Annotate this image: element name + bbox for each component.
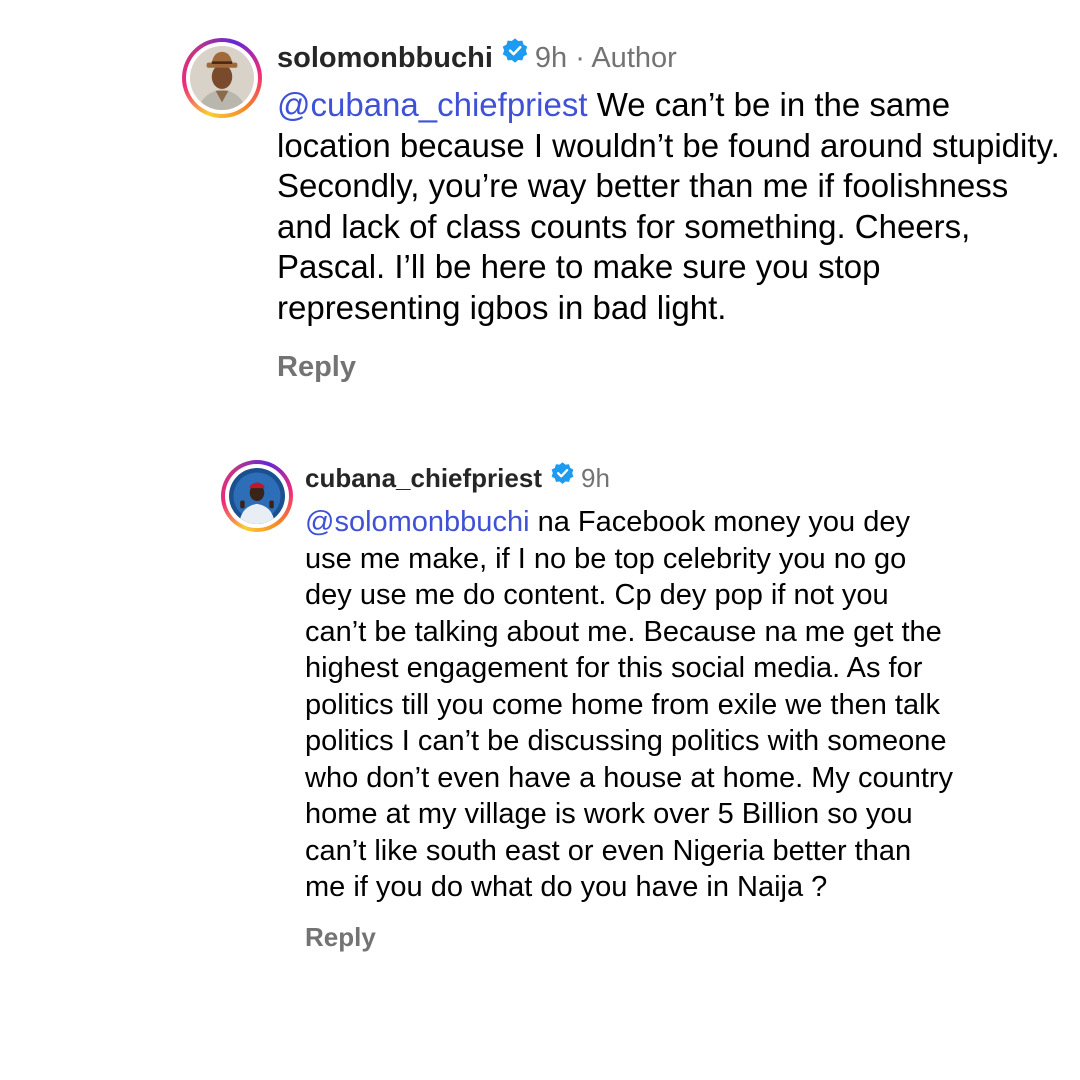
mention-link[interactable]: @cubana_chiefpriest (277, 86, 588, 123)
story-ring (221, 460, 293, 532)
timestamp: 9h (580, 463, 610, 493)
mention-link[interactable]: @solomonbbuchi (305, 506, 530, 538)
timestamp: 9h (534, 42, 568, 74)
username[interactable]: solomonbbuchi (277, 42, 493, 74)
avatar-photo (190, 46, 254, 110)
reply-button[interactable]: Reply (277, 351, 1062, 384)
reply-button[interactable]: Reply (305, 922, 955, 953)
author-label: Author (591, 42, 677, 74)
verified-badge-icon (501, 36, 529, 76)
comment-header: solomonbbuchi 9h · Author (277, 38, 1062, 78)
avatar[interactable] (221, 460, 293, 532)
verified-badge-icon (550, 459, 575, 495)
comment-body: na Facebook money you dey use me make, i… (305, 506, 954, 903)
avatar[interactable] (182, 38, 262, 118)
separator: · (575, 42, 585, 74)
comment-text: @solomonbbuchi na Facebook money you dey… (305, 504, 955, 906)
story-ring (182, 38, 262, 118)
comment-header: cubana_chiefpriest 9h (305, 460, 955, 496)
username[interactable]: cubana_chiefpriest (305, 463, 542, 493)
avatar-photo (229, 468, 285, 524)
comment-text: @cubana_chiefpriest We can’t be in the s… (277, 85, 1062, 329)
